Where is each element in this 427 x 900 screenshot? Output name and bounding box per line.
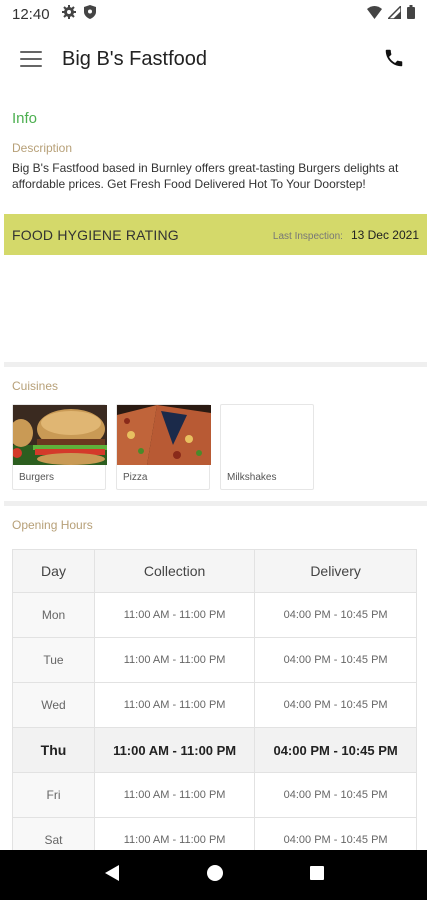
cuisines-label: Cuisines — [12, 379, 59, 393]
pizza-image — [117, 405, 211, 465]
inspection-date: 13 Dec 2021 — [350, 227, 419, 242]
day-cell: Thu — [12, 727, 95, 773]
shield-icon — [83, 5, 96, 23]
home-icon[interactable] — [206, 864, 224, 887]
delivery-cell: 04:00 PM - 10:45 PM — [254, 682, 417, 728]
collection-cell: 11:00 AM - 11:00 PM — [93, 817, 256, 850]
opening-hours-label: Opening Hours — [12, 518, 93, 532]
phone-icon[interactable] — [383, 47, 407, 71]
table-row-today: Thu 11:00 AM - 11:00 PM 04:00 PM - 10:45… — [12, 727, 417, 773]
day-cell: Fri — [12, 772, 95, 818]
recents-icon[interactable] — [309, 865, 325, 886]
status-bar: 12:40 — [0, 0, 427, 28]
cuisine-card-burgers[interactable]: Burgers — [12, 404, 107, 490]
collection-cell: 11:00 AM - 11:00 PM — [93, 682, 256, 728]
section-divider — [4, 362, 427, 367]
signal-icon — [386, 3, 402, 23]
table-row: Sat 11:00 AM - 11:00 PM 04:00 PM - 10:45… — [12, 817, 417, 850]
delivery-cell: 04:00 PM - 10:45 PM — [254, 637, 417, 683]
app-bar: Big B's Fastfood — [0, 28, 427, 90]
collection-cell: 11:00 AM - 11:00 PM — [93, 592, 256, 638]
cuisine-name: Pizza — [123, 472, 148, 483]
table-row: Mon 11:00 AM - 11:00 PM 04:00 PM - 10:45… — [12, 592, 417, 638]
food-hygiene-banner: FOOD HYGIENE RATING Last Inspection: 13 … — [4, 214, 427, 255]
main-content[interactable]: Info Description Big B's Fastfood based … — [0, 90, 427, 850]
status-time: 12:40 — [12, 5, 50, 23]
description-label: Description — [12, 141, 73, 155]
back-icon[interactable] — [103, 863, 121, 888]
wifi-icon — [367, 5, 382, 23]
day-cell: Wed — [12, 682, 95, 728]
gear-icon — [61, 5, 76, 23]
section-divider — [4, 501, 427, 506]
column-header: Day — [12, 549, 95, 593]
burger-image — [13, 405, 107, 465]
page-title: Big B's Fastfood — [62, 47, 207, 70]
day-cell: Mon — [12, 592, 95, 638]
collection-cell: 11:00 AM - 11:00 PM — [93, 637, 256, 683]
delivery-cell: 04:00 PM - 10:45 PM — [254, 772, 417, 818]
table-header-row: Day Collection Delivery — [12, 549, 417, 593]
cuisine-list: Burgers Pizza Milkshakes — [12, 404, 314, 490]
cuisine-card-pizza[interactable]: Pizza — [116, 404, 211, 490]
delivery-cell: 04:00 PM - 10:45 PM — [254, 817, 417, 850]
collection-cell: 11:00 AM - 11:00 PM — [93, 727, 256, 773]
cuisine-name: Milkshakes — [227, 472, 277, 483]
hygiene-title: FOOD HYGIENE RATING — [12, 226, 179, 243]
delivery-cell: 04:00 PM - 10:45 PM — [254, 592, 417, 638]
day-cell: Sat — [12, 817, 95, 850]
column-header: Collection — [93, 549, 256, 593]
milkshake-image-placeholder — [221, 405, 315, 465]
system-nav-bar — [0, 850, 427, 900]
delivery-cell: 04:00 PM - 10:45 PM — [254, 727, 417, 773]
table-row: Tue 11:00 AM - 11:00 PM 04:00 PM - 10:45… — [12, 637, 417, 683]
column-header: Delivery — [254, 549, 417, 593]
info-heading: Info — [12, 110, 38, 127]
table-row: Fri 11:00 AM - 11:00 PM 04:00 PM - 10:45… — [12, 772, 417, 818]
cuisine-card-milkshakes[interactable]: Milkshakes — [220, 404, 314, 490]
cuisine-name: Burgers — [19, 472, 55, 483]
table-row: Wed 11:00 AM - 11:00 PM 04:00 PM - 10:45… — [12, 682, 417, 728]
day-cell: Tue — [12, 637, 95, 683]
collection-cell: 11:00 AM - 11:00 PM — [93, 772, 256, 818]
hamburger-menu-icon[interactable] — [20, 51, 42, 67]
opening-hours-table: Day Collection Delivery Mon 11:00 AM - 1… — [12, 549, 417, 850]
last-inspection: Last Inspection: 13 Dec 2021 — [273, 228, 419, 242]
description-text: Big B's Fastfood based in Burnley offers… — [12, 161, 399, 191]
inspection-label: Last Inspection: — [272, 230, 343, 242]
battery-icon — [407, 5, 415, 23]
